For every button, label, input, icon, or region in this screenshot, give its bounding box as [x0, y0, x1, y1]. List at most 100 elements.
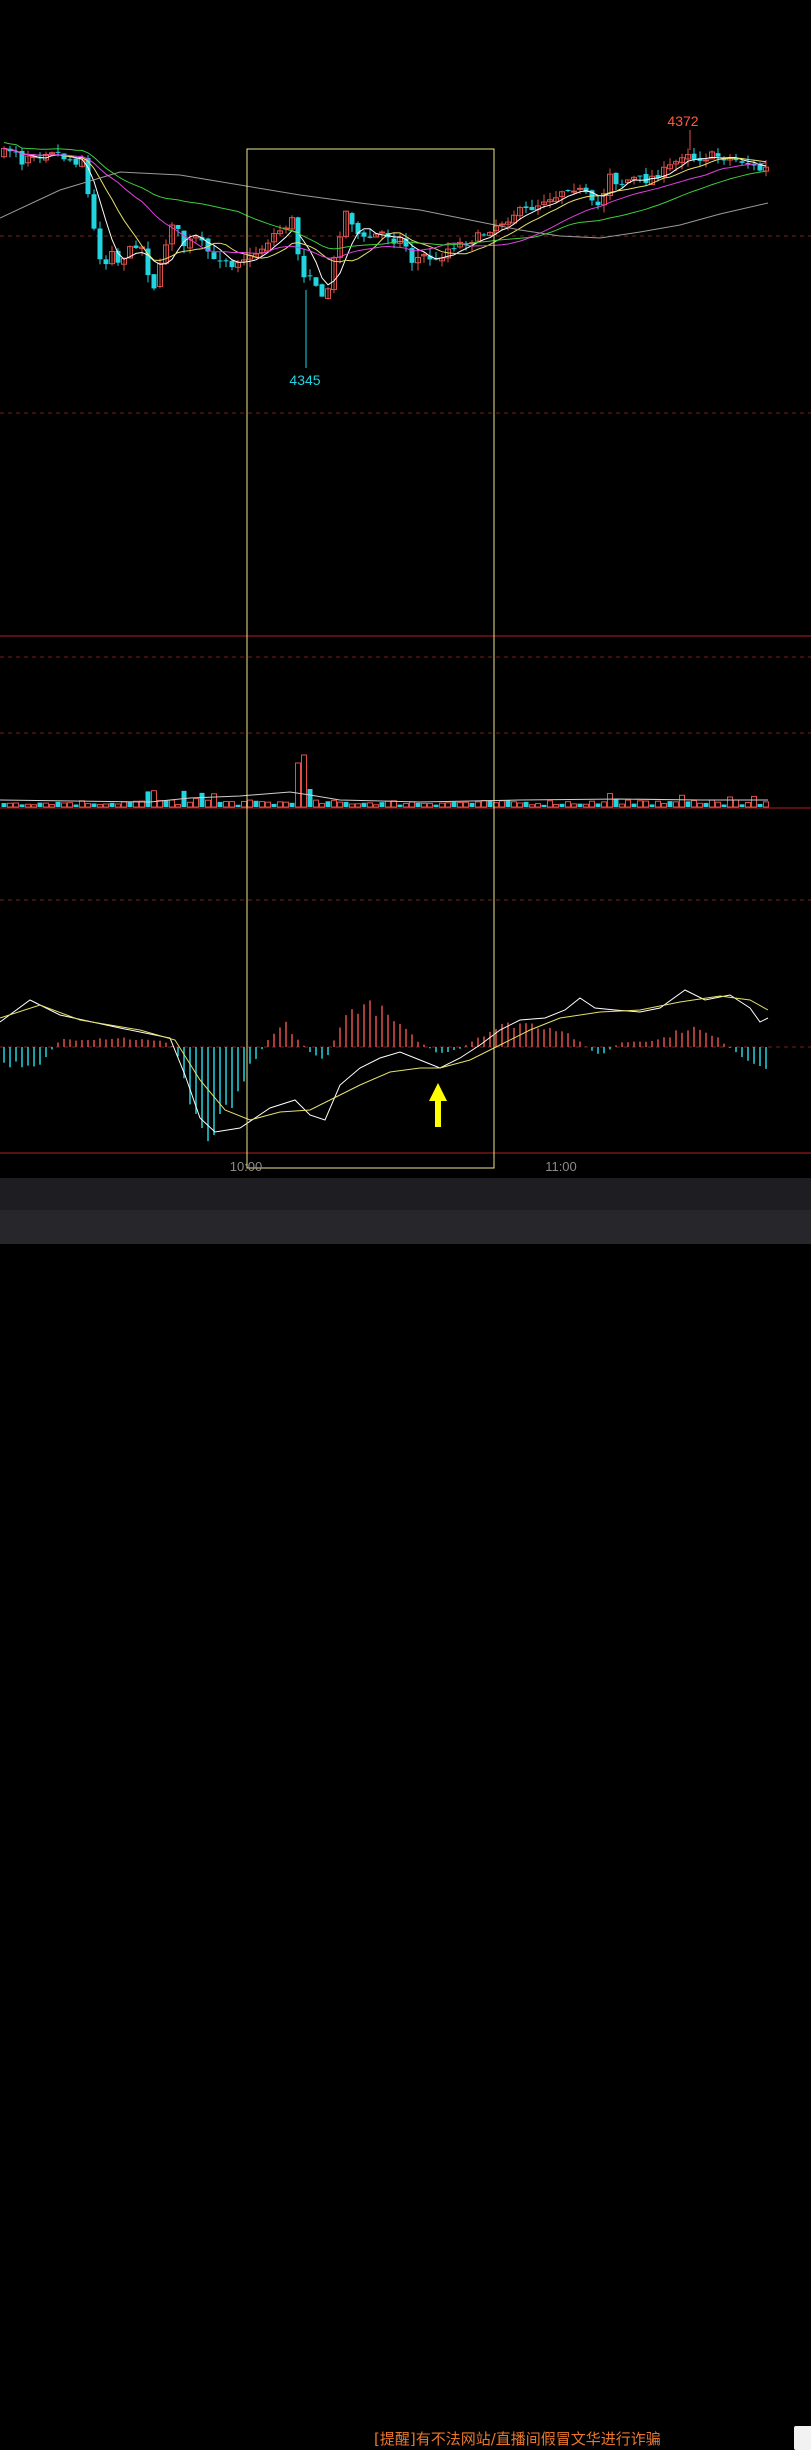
volume-bar [37, 802, 43, 807]
volume-bar [349, 803, 355, 808]
volume-bar [451, 801, 457, 807]
volume-bar [91, 803, 97, 807]
volume-bar [631, 803, 637, 807]
volume-bar [499, 800, 505, 808]
volume-bar [109, 802, 115, 807]
volume-bar [457, 801, 463, 808]
volume-bar [511, 801, 517, 808]
volume-bar [49, 804, 55, 808]
volume-bar [655, 800, 661, 808]
candle-body [175, 225, 181, 229]
candle-body [223, 260, 229, 262]
volume-bar [571, 803, 577, 808]
candle-body [313, 277, 319, 286]
volume-bar [271, 803, 277, 807]
volume-bar [259, 801, 265, 808]
volume-bar [757, 803, 763, 807]
volume-bar [163, 800, 169, 807]
volume-bar [211, 793, 217, 808]
volume-bar [175, 803, 181, 808]
status-button[interactable] [794, 2426, 811, 2450]
candle-body [571, 190, 577, 193]
volume-bar [517, 802, 523, 808]
volume-bar [763, 801, 769, 808]
volume-bar [73, 804, 79, 807]
candle-body [391, 238, 397, 244]
volume-bar [643, 800, 649, 808]
candle-body [211, 252, 217, 260]
volume-bar [31, 804, 37, 808]
volume-bar [43, 802, 49, 808]
volume-bar [115, 803, 121, 808]
volume-bar [751, 795, 757, 808]
candle-body [529, 206, 535, 211]
volume-bar [151, 790, 157, 808]
volume-bar [187, 801, 193, 808]
volume-bar [7, 802, 13, 808]
volume-ma-line [0, 791, 768, 803]
volume-bar [613, 798, 619, 807]
volume-bar [193, 797, 199, 808]
volume-bar [55, 801, 61, 807]
volume-bar [307, 789, 313, 807]
candle-body [523, 206, 529, 209]
volume-bar [25, 803, 31, 808]
candle-body [619, 183, 625, 185]
volume-bar [217, 801, 223, 807]
volume-bar [487, 800, 493, 807]
candle-body [73, 158, 79, 165]
volume-bar [169, 799, 175, 808]
volume-bar [61, 802, 67, 808]
volume-bar [685, 801, 691, 807]
candle-body [499, 223, 505, 226]
ma10-line [3, 148, 767, 263]
volume-bar [13, 802, 19, 808]
volume-bar [289, 802, 295, 807]
volume-bar [343, 801, 349, 807]
volume-bar [463, 801, 469, 808]
volume-bar [649, 804, 655, 807]
candle-body [367, 236, 373, 238]
volume-bar [439, 802, 445, 808]
volume-bar [253, 800, 259, 807]
volume-bar [607, 793, 613, 808]
volume-bar [235, 804, 241, 807]
volume-bar [121, 801, 127, 808]
volume-bar [715, 801, 721, 808]
candle-body [217, 260, 223, 262]
volume-bar [385, 800, 391, 808]
volume-bar [475, 801, 481, 808]
up-arrow-annotation [429, 1083, 447, 1127]
volume-bar [199, 792, 205, 807]
volume-bar [445, 802, 451, 808]
volume-bar [421, 802, 427, 808]
candle-body [595, 201, 601, 206]
candle-body [67, 159, 73, 161]
volume-bar [565, 801, 571, 808]
fraud-warning-text: [提醒]有不法网站/直播间假冒文华进行诈骗 [374, 2430, 661, 2448]
candle-body [307, 275, 313, 277]
candle-body [379, 231, 385, 234]
volume-bar [265, 801, 271, 808]
status-bar: [提醒]有不法网站/直播间假冒文华进行诈骗 [0, 1210, 811, 2450]
candle-body [451, 248, 457, 250]
chart-grid [0, 235, 811, 1154]
volume-bar [679, 794, 685, 808]
volume-bar [145, 791, 151, 807]
candle-body [361, 232, 367, 237]
volume-bar [205, 799, 211, 808]
volume-bar [481, 800, 487, 808]
price-panel [0, 130, 769, 368]
volume-bar [535, 803, 541, 808]
volume-bar [277, 801, 283, 808]
volume-bar [295, 762, 301, 808]
volume-bar [1, 803, 7, 807]
volume-bar [331, 799, 337, 808]
candle-body [739, 161, 745, 163]
volume-bar [559, 803, 565, 807]
volume-bar [361, 802, 367, 807]
volume-bar [433, 804, 439, 807]
volume-bar [637, 800, 643, 808]
volume-bar [223, 801, 229, 808]
volume-bar [403, 802, 409, 808]
